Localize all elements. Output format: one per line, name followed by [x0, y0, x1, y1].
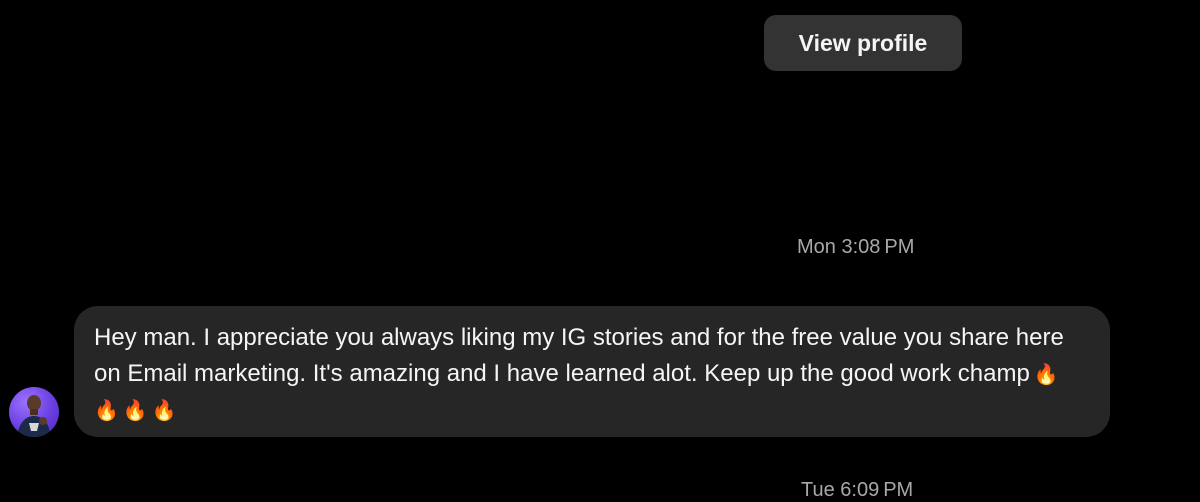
message-text-container: Hey man. I appreciate you always liking …: [94, 320, 1080, 428]
message-timestamp: Mon 3:08 PM: [797, 236, 915, 258]
user-avatar-icon: [17, 395, 51, 437]
message-bubble[interactable]: Hey man. I appreciate you always liking …: [74, 306, 1110, 437]
message-timestamp: Tue 6:09 PM: [801, 479, 914, 501]
avatar[interactable]: [9, 387, 59, 437]
view-profile-button[interactable]: View profile: [764, 15, 962, 71]
message-text: Hey man. I appreciate you always liking …: [94, 324, 1064, 387]
